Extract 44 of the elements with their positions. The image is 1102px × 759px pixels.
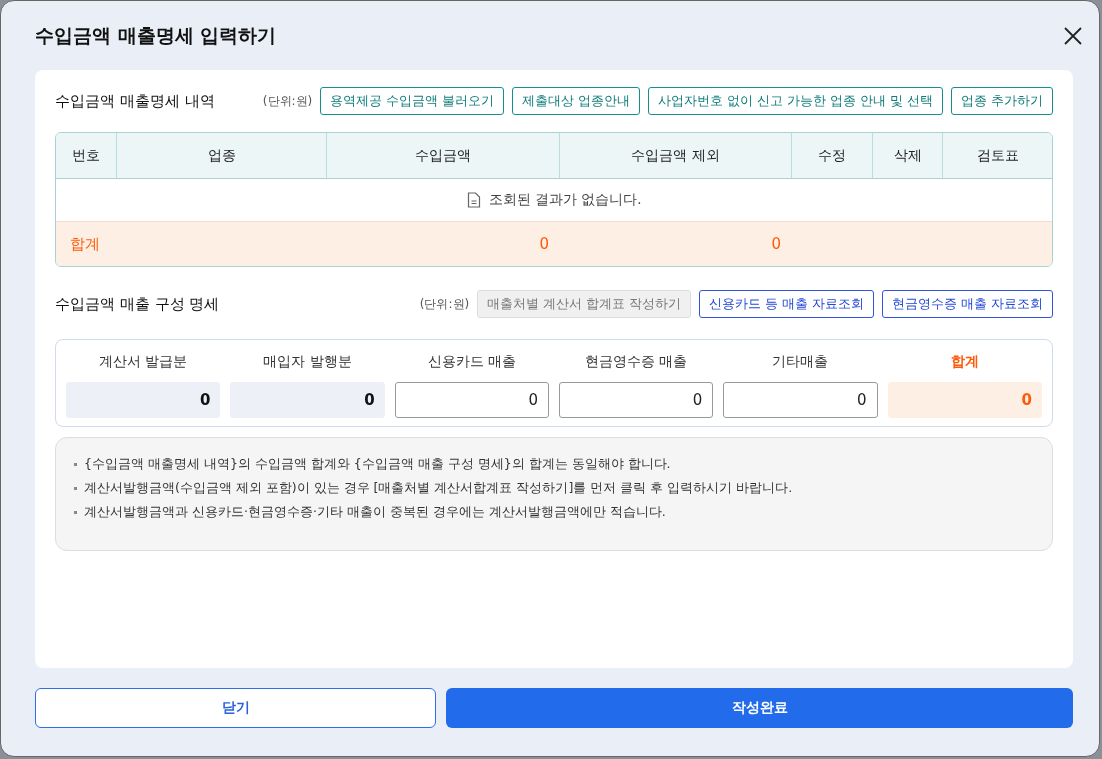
toolbar-button[interactable]: 신용카드 등 매출 자료조회: [699, 290, 875, 318]
close-icon[interactable]: [1063, 25, 1083, 46]
amount-display: 0: [66, 382, 221, 418]
toolbar-button[interactable]: 제출대상 업종안내: [512, 87, 641, 115]
field-label: 계산서 발급분: [98, 352, 189, 371]
column-header: 번호: [56, 133, 117, 178]
section-title: 수입금액 매출 구성 명세: [55, 294, 220, 314]
column-header: 수입금액: [327, 133, 560, 178]
toolbar-button[interactable]: 용역제공 수입금액 불러오기: [320, 87, 505, 115]
amount-field[interactable]: 0: [394, 382, 549, 418]
column-header: 수정: [792, 133, 873, 178]
submit-button[interactable]: 작성완료: [446, 688, 1073, 728]
total-label: 합계: [70, 234, 100, 254]
document-icon: [466, 192, 481, 208]
unit-label: (단위:원): [262, 92, 313, 110]
amount-display: 0: [230, 382, 385, 418]
toolbar-button[interactable]: 현금영수증 매출 자료조회: [882, 290, 1053, 318]
field-label: 합계: [949, 352, 980, 371]
toolbar-button[interactable]: 사업자번호 없이 신고 가능한 업종 안내 및 선택: [648, 87, 943, 115]
field-label: 매입자 발행분: [262, 352, 353, 371]
note-text: 계산서발행금액(수입금액 제외 포함)이 있는 경우 [매출처별 계산서합계표 작성하기]를 먼저 클릭 후 입력하시기 바랍니다.: [84, 480, 793, 497]
unit-label: (단위:원): [419, 295, 470, 313]
toolbar-button[interactable]: 업종 추가하기: [951, 87, 1053, 115]
field-label: 현금영수증 매출: [584, 352, 689, 371]
section-title: 수입금액 매출명세 내역: [55, 91, 215, 111]
field-label: 신용카드 매출: [426, 352, 517, 371]
field-label: 기타매출: [771, 352, 830, 371]
bullet-icon: [74, 463, 77, 466]
column-header: 업종: [117, 133, 327, 178]
empty-message: 조회된 결과가 없습니다.: [488, 191, 642, 209]
total-income: 0: [539, 235, 549, 253]
dialog-title: 수입금액 매출명세 입력하기: [35, 22, 277, 48]
amount-display: 0: [887, 382, 1042, 418]
note-text: {수입금액 매출명세 내역}의 수입금액 합계와 {수입금액 매출 구성 명세}의 합계는 동일해야 합니다.: [84, 456, 671, 473]
column-header: 수입금액 제외: [560, 133, 792, 178]
column-header: 삭제: [873, 133, 943, 178]
close-button[interactable]: 닫기: [35, 688, 436, 728]
bullet-icon: [74, 511, 77, 514]
amount-field[interactable]: 0: [559, 382, 714, 418]
bullet-icon: [74, 487, 77, 490]
amount-field[interactable]: 0: [723, 382, 878, 418]
column-header: 검토표: [975, 145, 1020, 165]
note-text: 계산서발행금액과 신용카드·현금영수증·기타 매출이 중복된 경우에는 계산서발행금액에만 적습니다.: [84, 504, 666, 521]
total-excluded: 0: [771, 235, 781, 253]
